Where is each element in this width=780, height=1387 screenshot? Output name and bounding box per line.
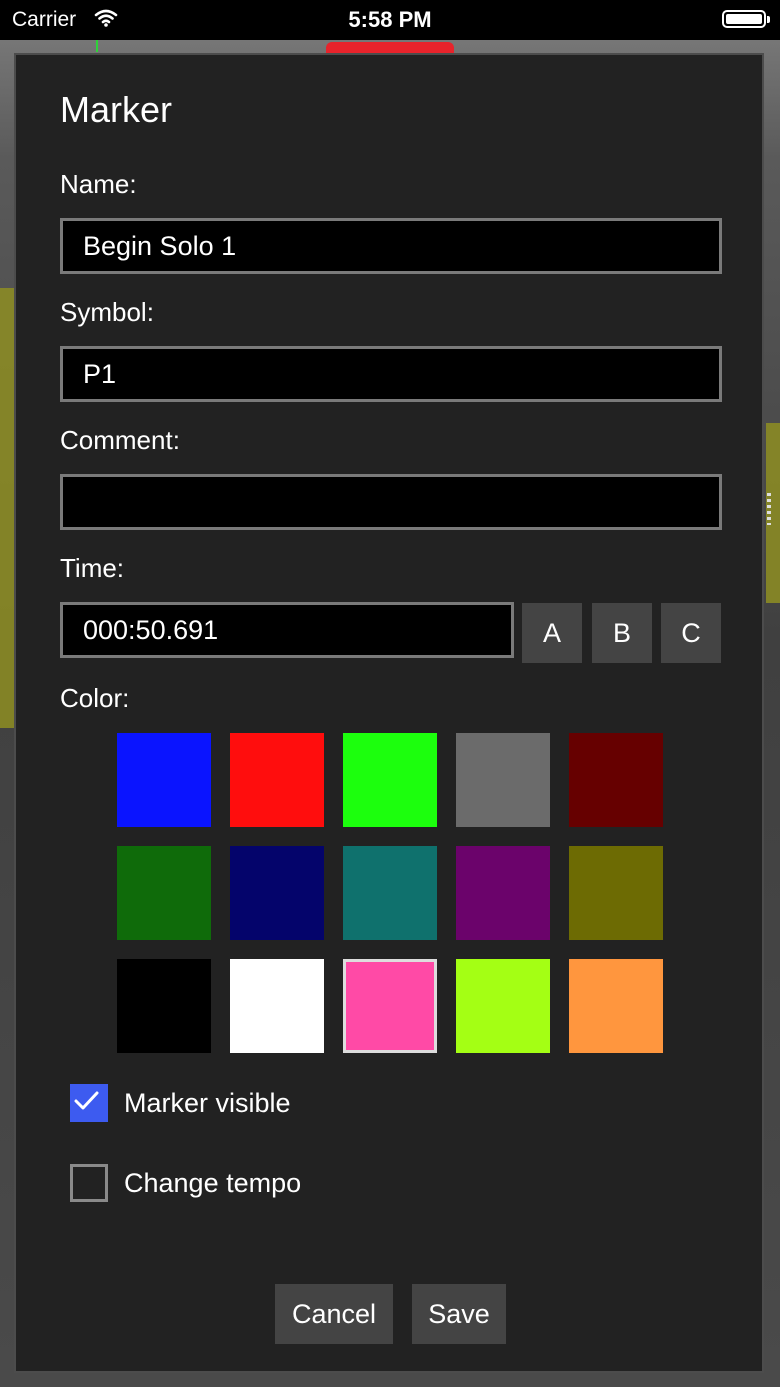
color-swatch[interactable]	[343, 846, 437, 940]
color-swatch[interactable]	[117, 733, 211, 827]
color-swatch[interactable]	[456, 733, 550, 827]
color-label: Color:	[60, 683, 130, 713]
comment-field[interactable]	[60, 474, 722, 530]
time-label: Time:	[60, 553, 125, 583]
time-button-a[interactable]: A	[522, 603, 582, 663]
change-tempo-label: Change tempo	[124, 1168, 302, 1198]
dialog-title: Marker	[60, 89, 173, 130]
color-swatch[interactable]	[569, 733, 663, 827]
name-field[interactable]: Begin Solo 1	[60, 218, 722, 274]
time-field[interactable]: 000:50.691	[60, 602, 514, 658]
time-button-c[interactable]: C	[661, 603, 721, 663]
save-button[interactable]: Save	[412, 1284, 506, 1344]
battery-icon	[722, 10, 770, 28]
color-swatch[interactable]	[456, 846, 550, 940]
name-label: Name:	[60, 169, 137, 199]
color-swatch[interactable]	[343, 733, 437, 827]
change-tempo-checkbox[interactable]	[70, 1164, 108, 1202]
clock: 5:58 PM	[348, 7, 432, 32]
color-swatch[interactable]	[117, 846, 211, 940]
color-swatch[interactable]	[569, 959, 663, 1053]
color-swatch[interactable]	[230, 846, 324, 940]
waveform-left	[0, 288, 14, 728]
comment-label: Comment:	[60, 425, 180, 455]
time-button-b[interactable]: B	[592, 603, 652, 663]
color-swatch[interactable]	[117, 959, 211, 1053]
cancel-button[interactable]: Cancel	[275, 1284, 393, 1344]
color-swatch[interactable]	[230, 959, 324, 1053]
color-swatch[interactable]	[343, 959, 437, 1053]
status-bar: Carrier 5:58 PM	[0, 0, 780, 40]
color-swatch[interactable]	[456, 959, 550, 1053]
resize-handle	[767, 493, 771, 525]
playhead-marker	[96, 38, 98, 52]
marker-visible-label: Marker visible	[124, 1088, 291, 1118]
marker-dialog: Marker Name: Begin Solo 1 Symbol: P1 Com…	[14, 53, 764, 1373]
marker-visible-checkbox[interactable]	[70, 1084, 108, 1122]
color-swatch[interactable]	[230, 733, 324, 827]
color-swatch[interactable]	[569, 846, 663, 940]
symbol-label: Symbol:	[60, 297, 154, 327]
symbol-field[interactable]: P1	[60, 346, 722, 402]
